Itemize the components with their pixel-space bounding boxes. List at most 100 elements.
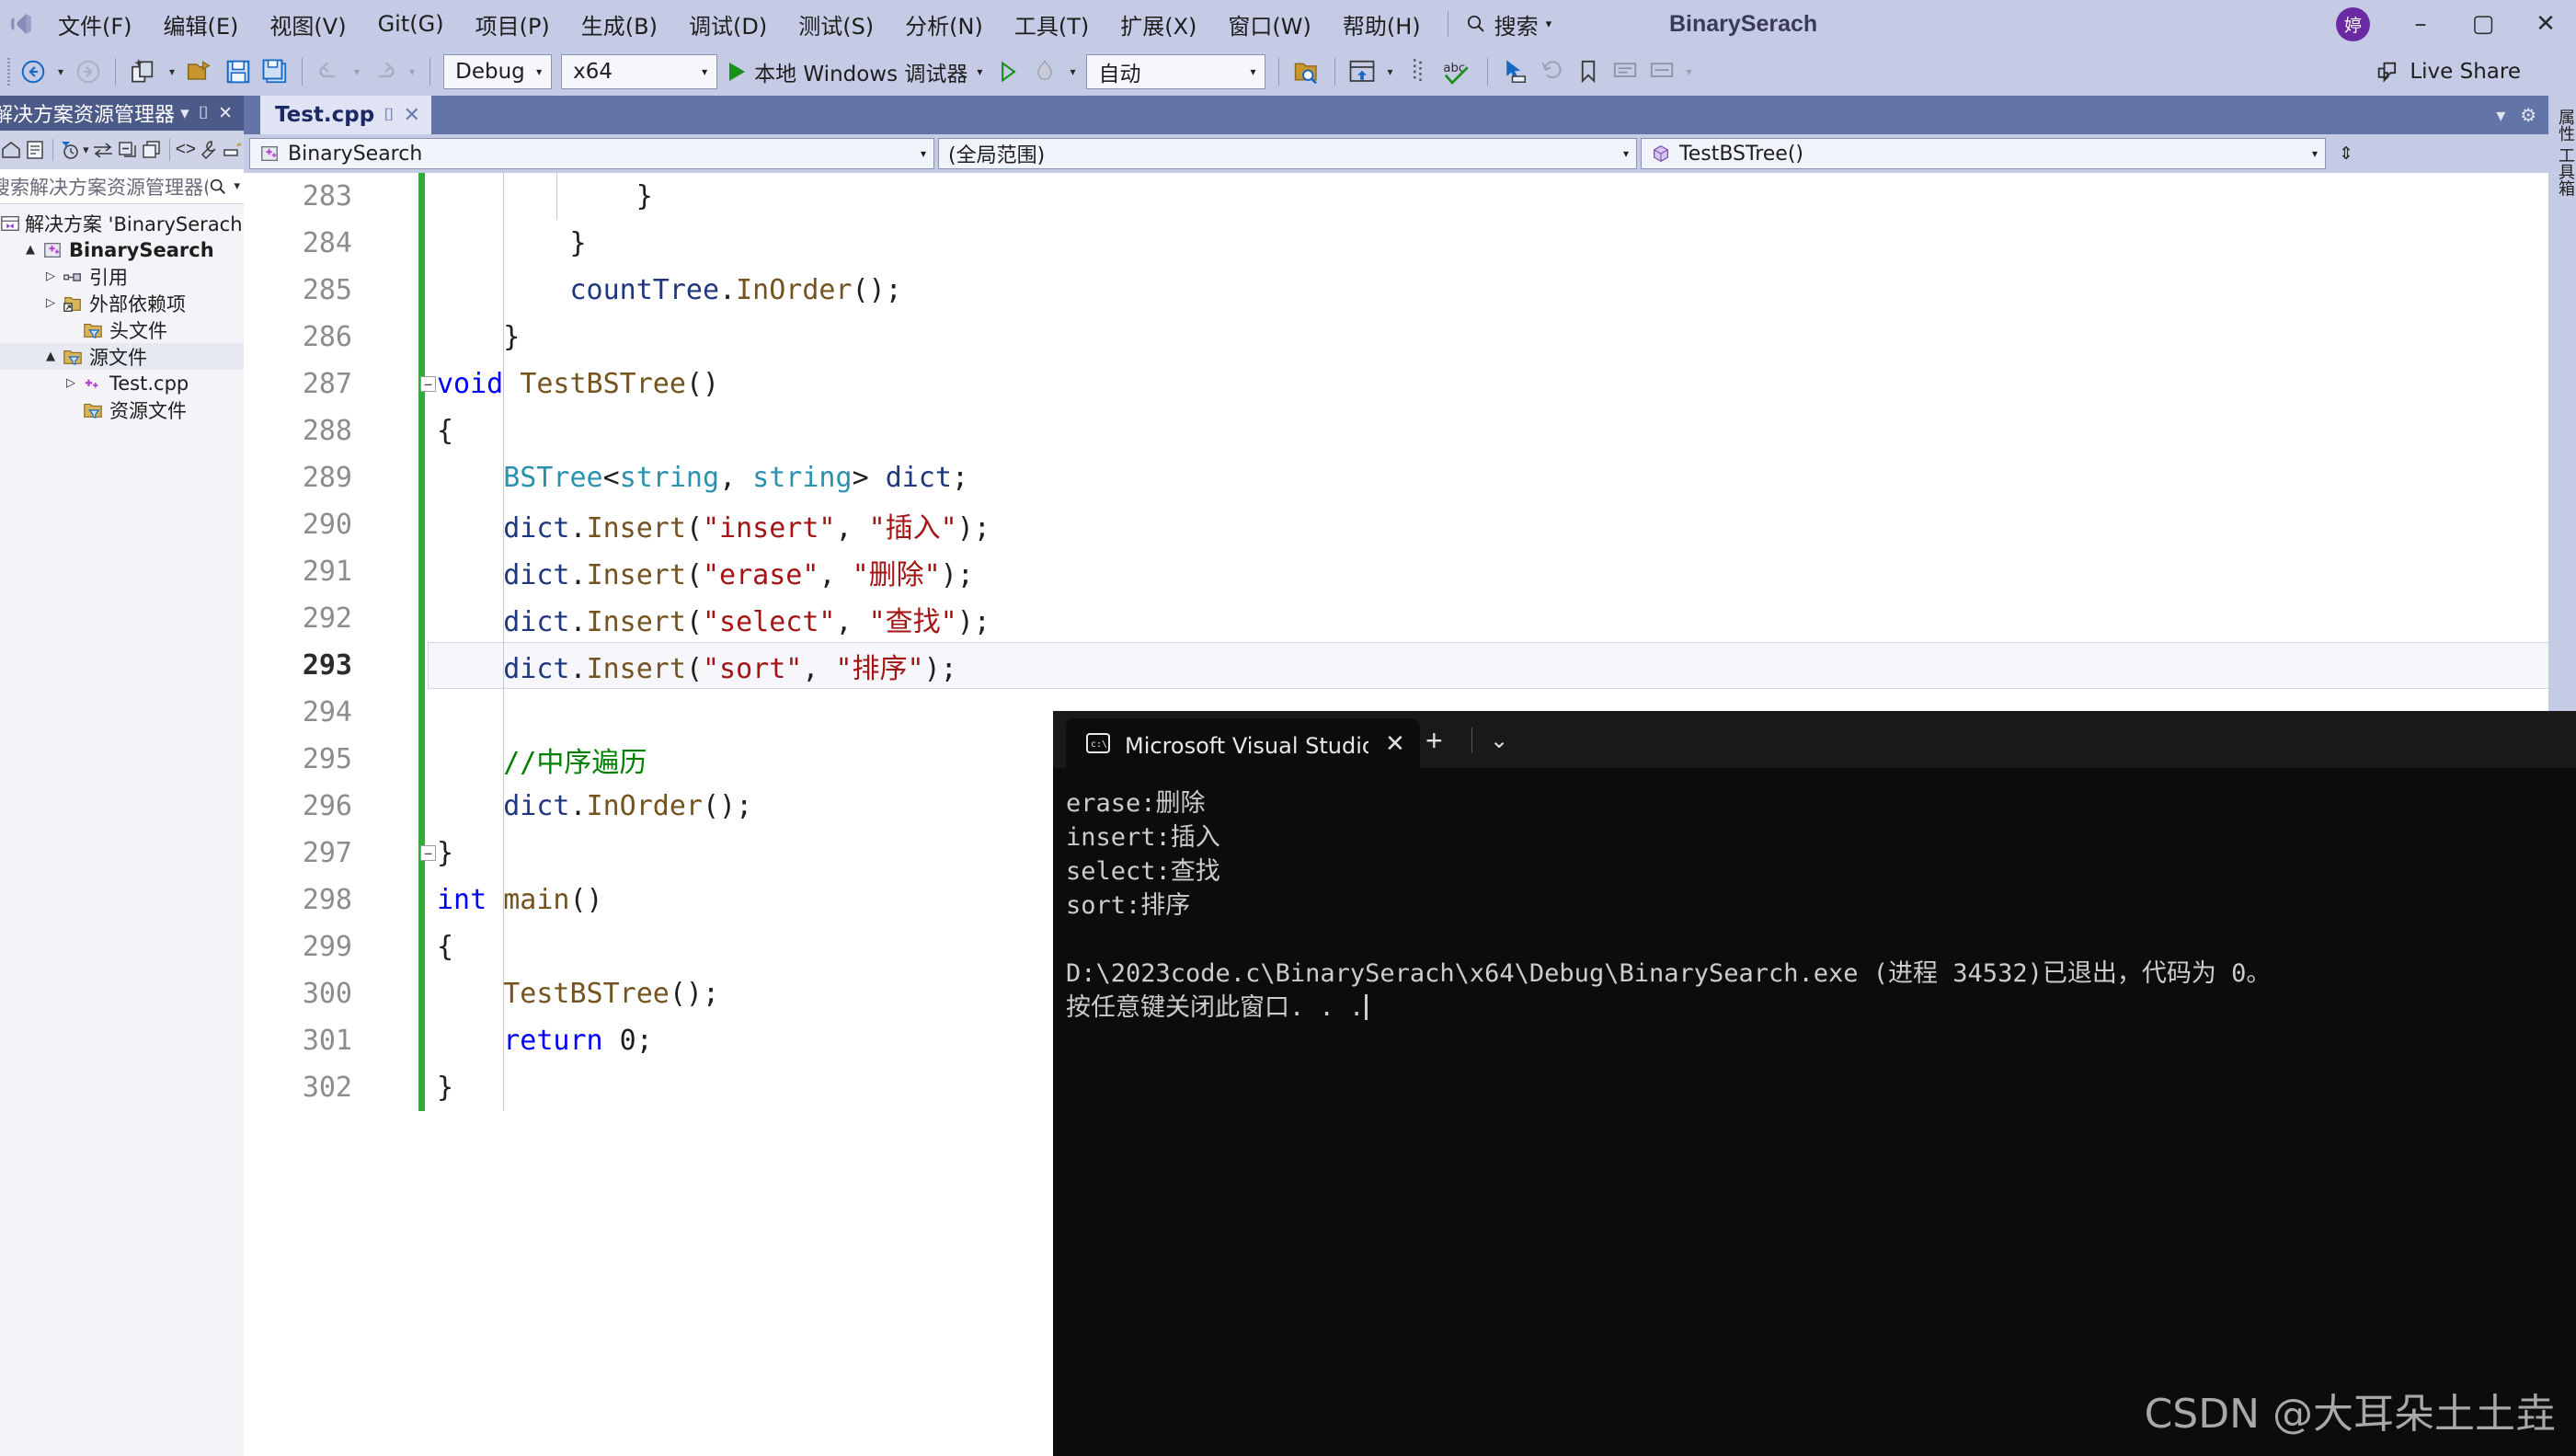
navigate-forward-button[interactable] (70, 52, 107, 92)
tab-pin-icon[interactable]: ⌷ (384, 105, 394, 125)
collapse-outline-toggle[interactable]: − (420, 376, 436, 392)
process-dropdown[interactable]: 自动 ▾ (1086, 54, 1266, 89)
open-file-button[interactable] (181, 52, 220, 92)
filter-dropdown-icon[interactable]: ▾ (83, 134, 89, 166)
save-button[interactable] (220, 52, 257, 92)
menu-item-window[interactable]: 窗口(W) (1212, 0, 1326, 48)
toolbar-overflow-icon[interactable]: ▾ (1680, 52, 1699, 92)
search-filter-dropdown-icon[interactable]: ▾ (234, 179, 240, 193)
menu-item-view[interactable]: 视图(V) (254, 0, 361, 48)
menu-item-test[interactable]: 测试(S) (783, 0, 889, 48)
right-rail-label[interactable]: 属性 工具箱 (2553, 109, 2576, 197)
solution-explorer-dropdown-icon[interactable]: ▾ (1380, 52, 1399, 92)
navigate-back-button[interactable] (15, 52, 52, 92)
tree-expander[interactable]: ▲ (20, 243, 40, 257)
panel-close-icon[interactable]: ✕ (218, 103, 233, 123)
hot-reload-dropdown-icon[interactable]: ▾ (1063, 52, 1082, 92)
navigation-project-dropdown[interactable]: BinarySearch ▾ (249, 138, 934, 169)
properties-icon[interactable] (198, 134, 220, 166)
undo-button[interactable] (311, 52, 348, 92)
console-tab-close-icon[interactable]: ✕ (1385, 729, 1405, 758)
navigation-function-dropdown[interactable]: TestBSTree() ▾ (1641, 138, 2326, 169)
tab-strip-settings-icon[interactable]: ⚙ (2520, 104, 2536, 127)
navigation-scope-dropdown[interactable]: (全局范围) ▾ (938, 138, 1637, 169)
avatar[interactable]: 婷 (2336, 7, 2370, 41)
tab-close-icon[interactable]: ✕ (404, 104, 420, 127)
tree-item-header-files[interactable]: 头文件 (0, 316, 244, 343)
solution-configuration-dropdown[interactable]: Debug ▾ (443, 54, 553, 89)
refresh-preview-button[interactable] (1533, 52, 1570, 92)
collapse-all-icon[interactable] (117, 134, 139, 166)
debug-console-window[interactable]: c:\ Microsoft Visual Studio 调试控 ✕ + ⌄ er… (1053, 711, 2576, 1456)
code-view-icon[interactable]: <> (176, 134, 196, 166)
live-share-button[interactable]: Live Share (2375, 48, 2521, 96)
collapse-outline-toggle[interactable]: − (420, 845, 436, 861)
dotted-panel-icon[interactable] (1400, 52, 1437, 92)
search-folder-button[interactable] (1288, 52, 1326, 92)
toolbar-divider-5 (1334, 58, 1336, 86)
tree-item-references[interactable]: ▷ 引用 (0, 263, 244, 290)
properties-window-icon[interactable] (24, 134, 46, 166)
tree-item-resource-files[interactable]: 资源文件 (0, 396, 244, 423)
start-without-debugging-button[interactable] (990, 52, 1026, 92)
menu-item-help[interactable]: 帮助(H) (1327, 0, 1437, 48)
spell-check-button[interactable]: abc (1437, 52, 1479, 92)
redo-dropdown-icon[interactable]: ▾ (403, 52, 421, 92)
console-new-tab-button[interactable]: + (1425, 724, 1443, 758)
window-maximize-button[interactable]: ▢ (2452, 0, 2514, 48)
solution-explorer-search-placeholder: 搜索解决方案资源管理器(Ctrl+;) (0, 176, 208, 199)
menu-item-tools[interactable]: 工具(T) (999, 0, 1105, 48)
tree-item-external-dependencies[interactable]: ▷ 外部依赖项 (0, 290, 244, 316)
menu-item-build[interactable]: 生成(B) (566, 0, 673, 48)
window-close-button[interactable]: ✕ (2514, 0, 2576, 48)
start-debugging-button[interactable]: 本地 Windows 调试器 ▾ (722, 52, 990, 92)
tree-item-source-files[interactable]: ▲ 源文件 (0, 343, 244, 370)
panel-dropdown-icon[interactable]: ▾ (180, 103, 189, 123)
select-element-button[interactable] (1496, 52, 1533, 92)
new-project-dropdown-icon[interactable]: ▾ (163, 52, 181, 92)
panel-pin-icon[interactable]: ⌷ (199, 103, 209, 123)
tab-test-cpp[interactable]: Test.cpp ⌷ ✕ (260, 96, 432, 134)
toolbar-grip[interactable] (4, 56, 15, 87)
window-minimize-button[interactable]: – (2389, 0, 2452, 48)
home-icon[interactable] (0, 134, 22, 166)
menu-item-file[interactable]: 文件(F) (42, 0, 148, 48)
redo-button[interactable] (366, 52, 403, 92)
menu-item-debug[interactable]: 调试(D) (673, 0, 783, 48)
uncomment-button[interactable] (1643, 52, 1680, 92)
tree-item-project-binarysearch[interactable]: ▲ BinarySearch (0, 236, 244, 263)
show-all-files-icon[interactable] (141, 134, 163, 166)
menu-item-extensions[interactable]: 扩展(X) (1105, 0, 1212, 48)
solution-explorer-search[interactable]: 搜索解决方案资源管理器(Ctrl+;) ▾ (0, 169, 244, 204)
menu-item-project[interactable]: 项目(P) (460, 0, 566, 48)
navbar-expand-icon[interactable]: ⇕ (2339, 143, 2353, 165)
console-tab[interactable]: c:\ Microsoft Visual Studio 调试控 ✕ (1066, 718, 1420, 768)
bookmark-button[interactable] (1570, 52, 1607, 92)
console-output[interactable]: erase:删除 insert:插入 select:查找 sort:排序 D:\… (1053, 768, 2576, 1025)
tree-expander[interactable]: ▷ (61, 376, 81, 390)
navigate-back-dropdown-icon[interactable]: ▾ (52, 52, 70, 92)
sync-with-active-document-icon[interactable] (91, 134, 115, 166)
global-search[interactable]: 搜索 ▾ (1460, 0, 1558, 48)
undo-dropdown-icon[interactable]: ▾ (348, 52, 366, 92)
tree-expander[interactable]: ▷ (40, 269, 61, 283)
pending-changes-filter-icon[interactable] (59, 134, 81, 166)
tab-list-dropdown-icon[interactable]: ▾ (2496, 104, 2505, 127)
comment-button[interactable] (1607, 52, 1643, 92)
line-number: 290 (302, 509, 352, 541)
hot-reload-button[interactable] (1026, 52, 1063, 92)
tree-item-solution[interactable]: 解决方案 'BinarySerach' (1 个项目, 共 (0, 210, 370, 236)
save-all-button[interactable] (257, 52, 293, 92)
tree-item-test-cpp[interactable]: ▷ Test.cpp (0, 370, 244, 396)
console-tab-dropdown-icon[interactable]: ⌄ (1490, 728, 1508, 754)
new-project-button[interactable] (124, 52, 163, 92)
solution-explorer-button[interactable] (1344, 52, 1380, 92)
menu-item-edit[interactable]: 编辑(E) (148, 0, 255, 48)
tree-expander[interactable]: ▷ (40, 296, 61, 310)
tree-expander[interactable]: ▲ (40, 350, 61, 363)
preview-icon[interactable] (222, 134, 244, 166)
start-debugging-label: 本地 Windows 调试器 (754, 63, 968, 86)
menu-item-git[interactable]: Git(G) (362, 0, 460, 48)
menu-item-analyze[interactable]: 分析(N) (889, 0, 999, 48)
solution-platform-dropdown[interactable]: x64 ▾ (561, 54, 718, 89)
